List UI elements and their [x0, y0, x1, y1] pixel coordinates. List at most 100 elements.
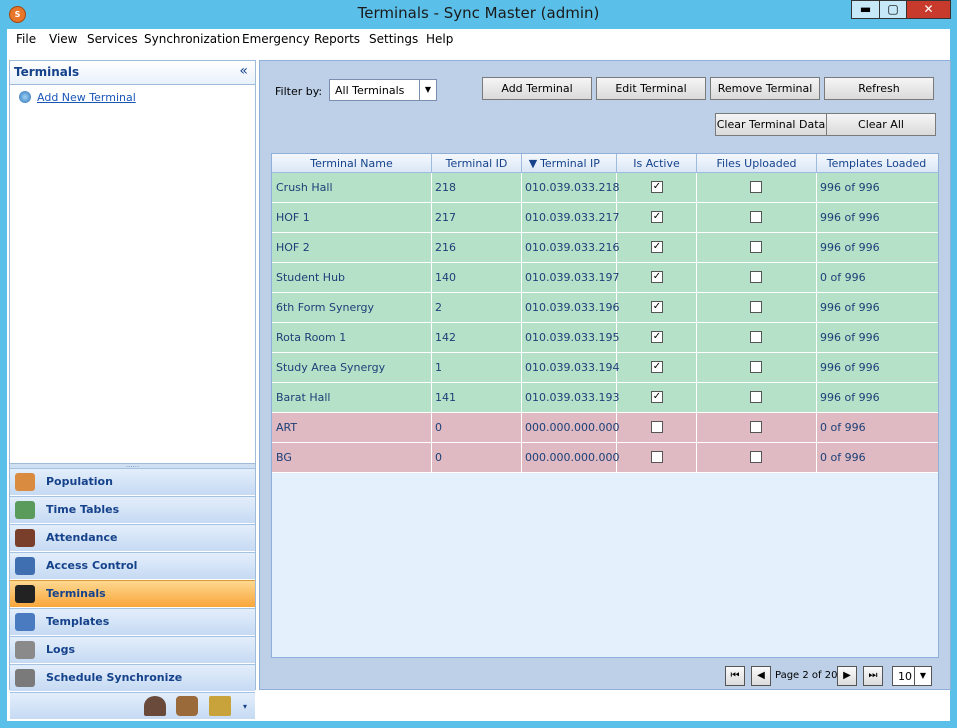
terminal-name-cell: HOF 2: [276, 241, 310, 254]
nav-time-tables[interactable]: Time Tables: [10, 496, 255, 523]
attendance-icon: [15, 529, 35, 547]
first-page-button[interactable]: ⏮: [725, 666, 745, 686]
files-uploaded-checkbox[interactable]: [750, 271, 762, 283]
files-uploaded-checkbox[interactable]: [750, 211, 762, 223]
refresh-button[interactable]: Refresh: [824, 77, 934, 100]
fingerprint-icon: [15, 613, 35, 631]
menu-help[interactable]: Help: [426, 32, 453, 46]
is-active-checkbox[interactable]: ✓: [651, 391, 663, 403]
add-new-terminal-link[interactable]: Add New Terminal: [19, 91, 136, 104]
is-active-checkbox[interactable]: ✓: [651, 271, 663, 283]
table-row[interactable]: Crush Hall 218 010.039.033.218 996 of 996 ✓: [272, 173, 938, 203]
terminal-name-cell: BG: [276, 451, 292, 464]
terminal-name-cell: Study Area Synergy: [276, 361, 386, 374]
overflow-arrow-icon[interactable]: ▾: [243, 702, 247, 711]
table-row[interactable]: BG 0 000.000.000.000 0 of 996: [272, 443, 938, 473]
maximize-button[interactable]: ▢: [879, 0, 907, 19]
table-row[interactable]: Student Hub 140 010.039.033.197 0 of 996 ✓: [272, 263, 938, 293]
remove-terminal-button[interactable]: Remove Terminal: [710, 77, 820, 100]
terminal-id-cell: 218: [435, 181, 456, 194]
is-active-checkbox[interactable]: ✓: [651, 241, 663, 253]
table-row[interactable]: ART 0 000.000.000.000 0 of 996: [272, 413, 938, 443]
is-active-checkbox[interactable]: ✓: [651, 361, 663, 373]
table-row[interactable]: HOF 1 217 010.039.033.217 996 of 996 ✓: [272, 203, 938, 233]
nav-terminals-label: Terminals: [46, 587, 106, 600]
terminal-ip-cell: 010.039.033.218: [525, 181, 620, 194]
terminals-grid: Terminal Name Terminal ID ▼ Terminal IP …: [271, 153, 939, 658]
menu-reports[interactable]: Reports: [314, 32, 360, 46]
nav-logs[interactable]: Logs: [10, 636, 255, 663]
table-row[interactable]: Rota Room 1 142 010.039.033.195 996 of 996 ✓: [272, 323, 938, 353]
page-indicator: Page 2 of 20: [775, 670, 838, 681]
files-uploaded-checkbox[interactable]: [750, 421, 762, 433]
table-row[interactable]: Study Area Synergy 1 010.039.033.194 996 of…: [272, 353, 938, 383]
lion-icon[interactable]: [176, 696, 198, 716]
menu-view[interactable]: View: [49, 32, 77, 46]
col-is-active[interactable]: Is Active: [617, 157, 696, 170]
table-row[interactable]: 6th Form Synergy 2 010.039.033.196 996 of 9…: [272, 293, 938, 323]
nav-attendance[interactable]: Attendance: [10, 524, 255, 551]
col-terminal-id[interactable]: Terminal ID: [432, 157, 521, 170]
files-uploaded-checkbox[interactable]: [750, 241, 762, 253]
add-new-terminal-label: Add New Terminal: [37, 91, 136, 104]
previous-page-button[interactable]: ◀: [751, 666, 771, 686]
table-row[interactable]: Barat Hall 141 010.039.033.193 996 of 996 ✓: [272, 383, 938, 413]
menu-services[interactable]: Services: [87, 32, 138, 46]
page-size-arrow-icon[interactable]: ▼: [914, 667, 931, 685]
menu-file[interactable]: File: [16, 32, 36, 46]
logs-icon: [15, 641, 35, 659]
nav-templates[interactable]: Templates: [10, 608, 255, 635]
user-icon[interactable]: [144, 696, 166, 716]
col-templates-loaded[interactable]: Templates Loaded: [817, 157, 936, 170]
files-uploaded-checkbox[interactable]: [750, 361, 762, 373]
grid-header: Terminal Name Terminal ID ▼ Terminal IP …: [272, 154, 938, 173]
is-active-checkbox[interactable]: [651, 421, 663, 433]
col-terminal-name[interactable]: Terminal Name: [272, 157, 431, 170]
nav-schedule-synchronize[interactable]: Schedule Synchronize: [10, 664, 255, 691]
menu-synchronization[interactable]: Synchronization: [144, 32, 240, 46]
templates-loaded-cell: 996 of 996: [820, 301, 880, 314]
minimize-button[interactable]: ▬: [851, 0, 880, 19]
navigation-panel: Terminals « Add New Terminal ...... Popu…: [9, 60, 256, 719]
files-uploaded-checkbox[interactable]: [750, 451, 762, 463]
tools-icon[interactable]: [209, 696, 231, 716]
is-active-checkbox[interactable]: ✓: [651, 301, 663, 313]
is-active-checkbox[interactable]: ✓: [651, 331, 663, 343]
title-bar[interactable]: S Terminals - Sync Master (admin) ▬ ▢ ✕: [0, 0, 957, 28]
is-active-checkbox[interactable]: ✓: [651, 211, 663, 223]
files-uploaded-checkbox[interactable]: [750, 331, 762, 343]
last-page-button[interactable]: ⏭: [863, 666, 883, 686]
nav-access-control[interactable]: Access Control: [10, 552, 255, 579]
terminal-name-cell: Barat Hall: [276, 391, 331, 404]
files-uploaded-checkbox[interactable]: [750, 391, 762, 403]
clear-all-button[interactable]: Clear All: [826, 113, 936, 136]
menu-settings[interactable]: Settings: [369, 32, 418, 46]
templates-loaded-cell: 996 of 996: [820, 181, 880, 194]
col-files-uploaded[interactable]: Files Uploaded: [697, 157, 816, 170]
close-button[interactable]: ✕: [906, 0, 951, 19]
stopwatch-icon: [15, 669, 35, 687]
menu-bar: File View Services Synchronization Emerg…: [7, 29, 950, 51]
clear-terminal-data-button[interactable]: Clear Terminal Data: [715, 113, 827, 136]
nav-population[interactable]: Population: [10, 468, 255, 495]
pager: ⏮ ◀ Page 2 of 20 ▶ ⏭ 10 ▼: [260, 666, 950, 686]
files-uploaded-checkbox[interactable]: [750, 181, 762, 193]
collapse-icon[interactable]: «: [239, 63, 248, 79]
table-row[interactable]: HOF 2 216 010.039.033.216 996 of 996 ✓: [272, 233, 938, 263]
dropdown-arrow-icon[interactable]: ▼: [419, 80, 436, 100]
nav-terminals[interactable]: Terminals: [10, 580, 255, 607]
terminal-id-cell: 141: [435, 391, 456, 404]
files-uploaded-checkbox[interactable]: [750, 301, 762, 313]
filter-select[interactable]: All Terminals ▼: [329, 79, 437, 101]
add-terminal-button[interactable]: Add Terminal: [482, 77, 592, 100]
col-terminal-ip[interactable]: Terminal IP: [538, 157, 602, 170]
page-size-select[interactable]: 10 ▼: [892, 666, 932, 686]
next-page-button[interactable]: ▶: [837, 666, 857, 686]
is-active-checkbox[interactable]: [651, 451, 663, 463]
menu-emergency[interactable]: Emergency: [242, 32, 310, 46]
is-active-checkbox[interactable]: ✓: [651, 181, 663, 193]
access-control-icon: [15, 557, 35, 575]
templates-loaded-cell: 996 of 996: [820, 361, 880, 374]
terminal-ip-cell: 010.039.033.194: [525, 361, 620, 374]
edit-terminal-button[interactable]: Edit Terminal: [596, 77, 706, 100]
